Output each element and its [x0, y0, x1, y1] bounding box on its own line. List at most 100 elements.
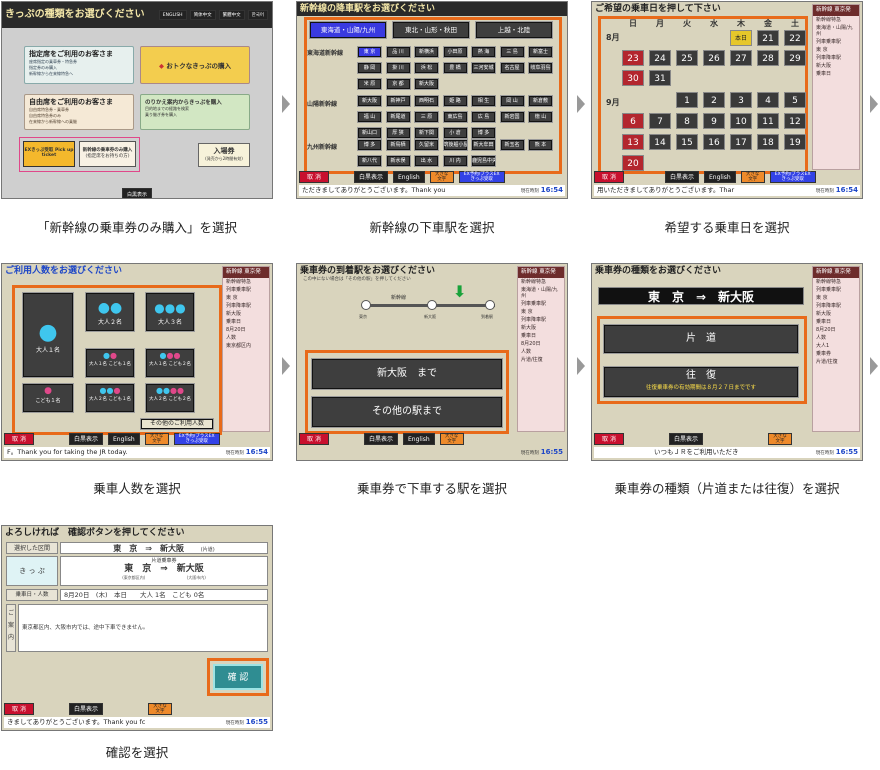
- calendar-day[interactable]: 24: [649, 50, 671, 66]
- station-button[interactable]: 厚 狭: [385, 127, 411, 139]
- station-button[interactable]: 新大阪: [414, 78, 439, 90]
- ex-reserve-button[interactable]: EX予約/プラスEX きっぷ受取: [458, 170, 505, 183]
- tab-tokaido-sanyo-kyushu[interactable]: 東海道・山陽/九州: [309, 21, 387, 39]
- english-button[interactable]: English: [108, 432, 140, 445]
- bw-display-button[interactable]: 白黒表示: [69, 432, 104, 445]
- one-way-button[interactable]: 片 道: [603, 324, 799, 354]
- big-chars-button[interactable]: 大きな文字: [768, 432, 793, 445]
- calendar-day[interactable]: 18: [757, 134, 779, 150]
- adult2-child2-button[interactable]: ●●●● 大人２名 こども２名: [145, 383, 195, 413]
- calendar-day[interactable]: 本日: [730, 30, 752, 46]
- lang-english-button[interactable]: ENGLISH: [158, 10, 187, 20]
- english-button[interactable]: English: [393, 170, 425, 183]
- station-button[interactable]: 新山口: [357, 127, 382, 139]
- station-button[interactable]: 新水俣: [385, 155, 411, 167]
- station-button[interactable]: 新玉名: [499, 139, 525, 151]
- calendar-day[interactable]: 21: [757, 30, 779, 46]
- station-button[interactable]: 小田原: [442, 46, 468, 58]
- cancel-button[interactable]: 取 消: [4, 432, 34, 445]
- big-chars-button[interactable]: 大きな文字: [439, 432, 464, 445]
- calendar-day[interactable]: 17: [730, 134, 752, 150]
- cancel-button[interactable]: 取 消: [299, 170, 329, 183]
- calendar-day[interactable]: 3: [730, 92, 752, 108]
- calendar-day[interactable]: 12: [784, 113, 806, 129]
- calendar-day[interactable]: 14: [649, 134, 671, 150]
- ex-pickup-button[interactable]: EXきっぷ受取 Pick up ticket: [23, 141, 75, 167]
- lang-chinese-traditional-button[interactable]: 繁體中文: [218, 10, 245, 20]
- station-button[interactable]: 姫 路: [442, 95, 468, 107]
- ex-reserve-button[interactable]: EX予約/プラスEX きっぷ受取: [769, 170, 816, 183]
- station-button[interactable]: 京 都: [385, 78, 411, 90]
- english-button[interactable]: English: [403, 432, 435, 445]
- cancel-button[interactable]: 取 消: [4, 702, 34, 715]
- cancel-button[interactable]: 取 消: [594, 432, 624, 445]
- station-button[interactable]: 三 原: [414, 111, 439, 123]
- station-button[interactable]: 米 原: [357, 78, 382, 90]
- station-button[interactable]: 東 京: [357, 46, 382, 58]
- calendar-day[interactable]: 25: [676, 50, 698, 66]
- calendar-day[interactable]: 4: [757, 92, 779, 108]
- station-button[interactable]: 広 島: [471, 111, 496, 123]
- bw-display-button[interactable]: 白黒表示: [364, 432, 399, 445]
- adult-2-button[interactable]: ●● 大人２名: [85, 292, 135, 332]
- station-button[interactable]: 久留米: [414, 139, 439, 151]
- to-shin-osaka-button[interactable]: 新大阪 まで: [311, 358, 503, 390]
- station-button[interactable]: 鹿児島中央: [471, 155, 496, 167]
- station-button[interactable]: 博 多: [357, 139, 382, 151]
- calendar-day[interactable]: 27: [730, 50, 752, 66]
- bw-display-button[interactable]: 白黒表示: [122, 188, 153, 198]
- calendar-day[interactable]: 10: [730, 113, 752, 129]
- english-button[interactable]: English: [704, 170, 736, 183]
- station-button[interactable]: 新大牟田: [471, 139, 496, 151]
- station-button[interactable]: 新倉敷: [528, 95, 553, 107]
- station-button[interactable]: 徳 山: [528, 111, 553, 123]
- calendar-day[interactable]: 7: [649, 113, 671, 129]
- calendar-day[interactable]: 28: [757, 50, 779, 66]
- big-chars-button[interactable]: 大きな文字: [429, 170, 454, 183]
- adult-3-button[interactable]: ●●● 大人３名: [145, 292, 195, 332]
- big-chars-button[interactable]: 大きな文字: [148, 702, 173, 715]
- adult-1-button[interactable]: ● 大人１名: [22, 292, 74, 378]
- station-button[interactable]: 川 内: [442, 155, 468, 167]
- transfer-guide-button[interactable]: のりかえ案内からきっぷを購入 目的地までの経路を検索 乗り継ぎ券を購入: [140, 94, 250, 130]
- big-chars-button[interactable]: 大きな文字: [144, 432, 169, 445]
- cancel-button[interactable]: 取 消: [594, 170, 624, 183]
- station-button[interactable]: 筑後船小屋: [442, 139, 468, 151]
- child-1-button[interactable]: ● こども１名: [22, 383, 74, 413]
- calendar-day[interactable]: 2: [703, 92, 725, 108]
- station-button[interactable]: 三河安城: [471, 62, 496, 74]
- calendar-day[interactable]: 8: [676, 113, 698, 129]
- station-button[interactable]: 新八代: [357, 155, 382, 167]
- station-button[interactable]: 新横浜: [414, 46, 439, 58]
- adult1-child1-button[interactable]: ●● 大人１名 こども１名: [85, 348, 135, 378]
- lang-chinese-simplified-button[interactable]: 简体中文: [189, 10, 216, 20]
- station-button[interactable]: 新大阪: [357, 95, 382, 107]
- unreserved-seat-button[interactable]: 自由席をご利用のお客さま 自由席特急券・乗車券 自由席特急券のみ 在来線から新幹…: [24, 94, 134, 130]
- station-button[interactable]: 東広島: [442, 111, 468, 123]
- station-button[interactable]: 新岩国: [499, 111, 525, 123]
- station-button[interactable]: 新下関: [414, 127, 439, 139]
- tab-joetsu-hokuriku[interactable]: 上越・北陸: [475, 21, 553, 39]
- other-station-button[interactable]: その他の駅まで: [311, 396, 503, 428]
- station-button[interactable]: 新尾道: [385, 111, 411, 123]
- calendar-day[interactable]: 16: [703, 134, 725, 150]
- bw-display-button[interactable]: 白黒表示: [665, 170, 700, 183]
- station-button[interactable]: 博 多: [471, 127, 496, 139]
- calendar-day[interactable]: 9: [703, 113, 725, 129]
- cancel-button[interactable]: 取 消: [299, 432, 329, 445]
- calendar-day[interactable]: 11: [757, 113, 779, 129]
- station-button[interactable]: 熱 海: [471, 46, 496, 58]
- station-button[interactable]: 新鳥栖: [385, 139, 411, 151]
- lang-korean-button[interactable]: 한국어: [247, 10, 268, 20]
- station-button[interactable]: 出 水: [414, 155, 439, 167]
- tab-tohoku[interactable]: 東北・山形・秋田: [392, 21, 470, 39]
- calendar-day[interactable]: 22: [784, 30, 806, 46]
- admission-ticket-button[interactable]: 入場券 (発売から2時間有効): [198, 143, 250, 167]
- station-button[interactable]: 掛 川: [385, 62, 411, 74]
- calendar-day[interactable]: 5: [784, 92, 806, 108]
- station-button[interactable]: 小 倉: [442, 127, 468, 139]
- station-button[interactable]: 静 岡: [357, 62, 382, 74]
- adult1-child2-button[interactable]: ●●● 大人１名 こども２名: [145, 348, 195, 378]
- calendar-day[interactable]: 1: [676, 92, 698, 108]
- station-button[interactable]: 名古屋: [499, 62, 525, 74]
